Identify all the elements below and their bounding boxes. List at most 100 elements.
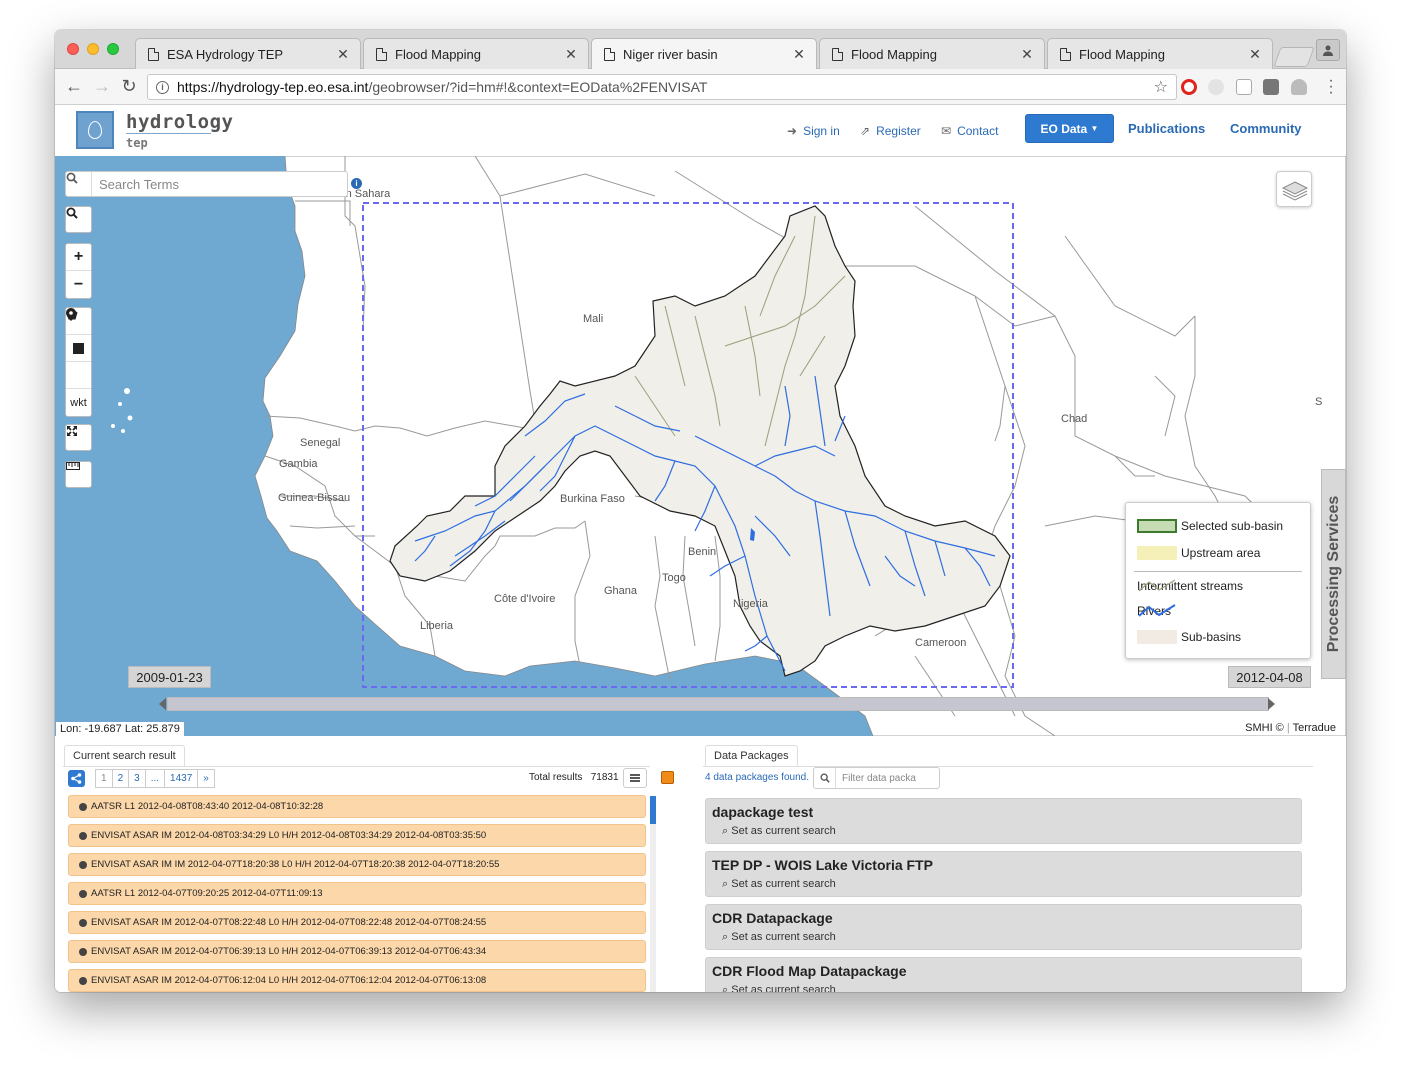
- browser-tab-active[interactable]: Niger river basin ✕: [591, 38, 817, 70]
- data-package-card[interactable]: dapackage test ⌕ Set as current search: [705, 798, 1302, 844]
- page-link[interactable]: 2: [111, 769, 130, 788]
- time-slider-range[interactable]: [168, 698, 1268, 710]
- search-map-button[interactable]: [65, 206, 92, 233]
- close-tab-icon[interactable]: ✕: [336, 46, 350, 63]
- close-tab-icon[interactable]: ✕: [792, 46, 806, 63]
- point-marker-icon[interactable]: [66, 308, 91, 389]
- list-item[interactable]: AATSR L1 2012-04-08T08:43:40 2012-04-08T…: [68, 795, 646, 818]
- label-guinea-bissau: Guinea-Bissau: [278, 492, 351, 504]
- package-name[interactable]: dapackage test: [712, 804, 1301, 820]
- package-filter-box[interactable]: Filter data packa: [813, 767, 940, 789]
- tab-current-search-result[interactable]: Current search result: [64, 745, 185, 766]
- info-icon[interactable]: i: [351, 178, 362, 189]
- fullscreen-button[interactable]: [65, 424, 92, 451]
- set-current-search-link[interactable]: ⌕ Set as current search: [712, 984, 1301, 992]
- data-package-card[interactable]: CDR Flood Map Datapackage ⌕ Set as curre…: [705, 957, 1302, 992]
- document-extension-icon[interactable]: [1236, 79, 1252, 95]
- zoom-out-button[interactable]: −: [66, 271, 91, 298]
- package-name[interactable]: CDR Flood Map Datapackage: [712, 963, 1301, 979]
- slider-end-handle-icon[interactable]: [1268, 698, 1275, 710]
- browser-menu-icon[interactable]: · · ·: [1328, 73, 1334, 101]
- new-tab-button[interactable]: [1273, 47, 1315, 67]
- eo-data-dropdown-button[interactable]: EO Data ▼: [1025, 114, 1114, 143]
- browser-tab[interactable]: ESA Hydrology TEP ✕: [135, 38, 361, 69]
- back-arrow-icon[interactable]: ←: [63, 76, 85, 97]
- results-scrollbar[interactable]: [650, 796, 656, 992]
- sign-in-link[interactable]: ➜ Sign in: [787, 124, 840, 138]
- measure-button[interactable]: [65, 461, 92, 488]
- page-next[interactable]: »: [197, 769, 215, 788]
- site-info-icon[interactable]: i: [156, 80, 169, 94]
- basket-toggle[interactable]: [661, 771, 674, 784]
- cloud-extension-icon[interactable]: [1291, 79, 1307, 95]
- browser-tab[interactable]: Flood Mapping ✕: [363, 38, 589, 69]
- data-package-card[interactable]: TEP DP - WOIS Lake Victoria FTP ⌕ Set as…: [705, 851, 1302, 897]
- page-link[interactable]: 3: [128, 769, 146, 788]
- hydrology-logo-icon[interactable]: [76, 111, 114, 149]
- attribution-terradue[interactable]: Terradue: [1293, 722, 1336, 734]
- minimize-window-button[interactable]: [87, 43, 99, 55]
- package-name[interactable]: CDR Datapackage: [712, 910, 1301, 926]
- profile-icon[interactable]: [1316, 39, 1340, 61]
- tab-data-packages[interactable]: Data Packages: [705, 745, 798, 766]
- set-current-search-link[interactable]: ⌕ Set as current search: [712, 878, 1301, 891]
- close-tab-icon[interactable]: ✕: [1248, 46, 1262, 63]
- result-title: ENVISAT ASAR IM 2012-04-07T08:22:48 L0 H…: [91, 917, 487, 928]
- community-link[interactable]: Community: [1230, 121, 1302, 136]
- search-icon[interactable]: [66, 172, 92, 196]
- list-item[interactable]: ENVISAT ASAR IM 2012-04-07T08:22:48 L0 H…: [68, 911, 646, 934]
- package-filter-input[interactable]: Filter data packa: [836, 773, 916, 784]
- page-link[interactable]: 1: [95, 769, 113, 788]
- square-extension-icon[interactable]: [1263, 79, 1279, 95]
- contact-link[interactable]: ✉ Contact: [941, 124, 998, 138]
- close-tab-icon[interactable]: ✕: [1020, 46, 1034, 63]
- zoom-in-button[interactable]: +: [66, 244, 91, 271]
- processing-services-panel-toggle[interactable]: Processing Services: [1321, 469, 1346, 679]
- browser-tab[interactable]: Flood Mapping ✕: [1047, 38, 1273, 69]
- list-item[interactable]: ENVISAT ASAR IM 2012-04-07T06:39:13 L0 H…: [68, 940, 646, 963]
- logo-title[interactable]: hydrology: [126, 111, 233, 133]
- wkt-tool-button[interactable]: wkt: [66, 389, 91, 416]
- globe-icon: [79, 831, 87, 840]
- reload-icon[interactable]: ↻: [118, 76, 140, 97]
- list-item[interactable]: ENVISAT ASAR IM 2012-04-08T03:34:29 L0 H…: [68, 824, 646, 847]
- time-slider[interactable]: [167, 697, 1269, 711]
- package-name[interactable]: TEP DP - WOIS Lake Victoria FTP: [712, 857, 1301, 873]
- data-package-card[interactable]: CDR Datapackage ⌕ Set as current search: [705, 904, 1302, 950]
- eo-data-label: EO Data: [1040, 121, 1088, 136]
- register-link[interactable]: ⇗ Register: [860, 124, 921, 138]
- rectangle-tool-icon[interactable]: [66, 335, 91, 362]
- set-current-search-link[interactable]: ⌕ Set as current search: [712, 931, 1301, 944]
- address-bar[interactable]: i https://hydrology-tep.eo.esa.int/geobr…: [147, 74, 1177, 100]
- extension-icon[interactable]: [1208, 79, 1224, 95]
- bookmark-star-icon[interactable]: ☆: [1154, 77, 1168, 97]
- map-search-box[interactable]: Search Terms: [65, 171, 348, 197]
- list-item[interactable]: ENVISAT ASAR IM 2012-04-07T06:12:04 L0 H…: [68, 969, 646, 992]
- search-input[interactable]: Search Terms: [92, 177, 179, 192]
- list-item[interactable]: AATSR L1 2012-04-07T09:20:25 2012-04-07T…: [68, 882, 646, 905]
- publications-link[interactable]: Publications: [1128, 121, 1205, 136]
- share-button[interactable]: [68, 770, 85, 787]
- envelope-icon: ✉: [941, 124, 952, 138]
- close-window-button[interactable]: [67, 43, 79, 55]
- logo-subtitle: tep: [126, 136, 148, 150]
- layer-switcher-button[interactable]: [1276, 171, 1312, 207]
- maximize-window-button[interactable]: [107, 43, 119, 55]
- list-view-button[interactable]: [623, 768, 647, 788]
- list-item[interactable]: ENVISAT ASAR IM IM 2012-04-07T18:20:38 L…: [68, 853, 646, 876]
- close-tab-icon[interactable]: ✕: [564, 46, 578, 63]
- map-view[interactable]: Western Sahara Mali Chad Senegal Gambia …: [55, 156, 1346, 736]
- forward-arrow-icon[interactable]: →: [91, 76, 113, 97]
- set-current-search-link[interactable]: ⌕ Set as current search: [712, 825, 1301, 838]
- browser-tab[interactable]: Flood Mapping ✕: [819, 38, 1045, 69]
- slider-start-handle-icon[interactable]: [159, 698, 166, 710]
- scrollbar-thumb[interactable]: [650, 796, 656, 824]
- attribution-smhi[interactable]: SMHI ©: [1245, 722, 1284, 734]
- legend-intermittent-streams: Intermittent streams: [1137, 579, 1243, 593]
- label-chad: Chad: [1061, 413, 1088, 425]
- opera-extension-icon[interactable]: [1181, 79, 1197, 95]
- page-link-last[interactable]: 1437: [164, 769, 199, 788]
- set-current-search-label: Set as current search: [731, 878, 836, 890]
- result-title: AATSR L1 2012-04-08T08:43:40 2012-04-08T…: [91, 801, 324, 812]
- legend-rivers: Rivers: [1137, 604, 1176, 618]
